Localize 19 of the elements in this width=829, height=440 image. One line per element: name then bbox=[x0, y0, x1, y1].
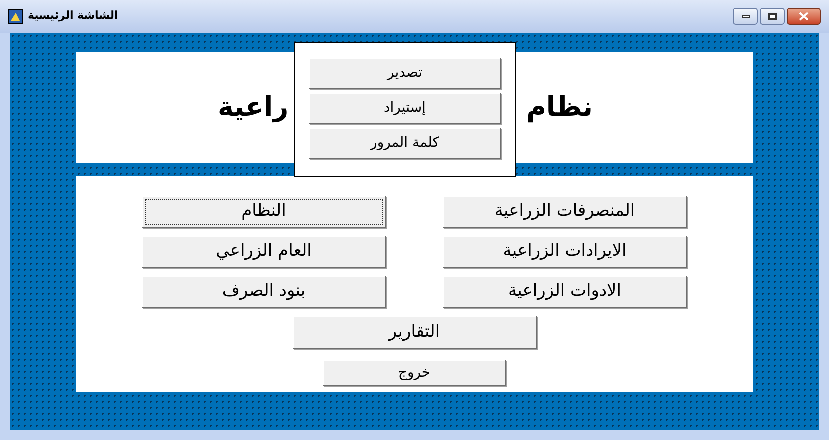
maximize-button[interactable] bbox=[760, 8, 785, 25]
minimize-button[interactable] bbox=[733, 8, 758, 25]
menu-button[interactable]: بنود الصرف bbox=[142, 276, 386, 308]
exit-button[interactable]: خروج bbox=[323, 360, 506, 386]
header-title-fragment: راعية bbox=[218, 90, 289, 124]
popup-menu-item[interactable]: تصدير bbox=[309, 58, 501, 89]
close-button[interactable] bbox=[787, 8, 821, 25]
popup-menu-item[interactable]: كلمة المرور bbox=[309, 128, 501, 159]
popup-menu-item[interactable]: إستيراد bbox=[309, 93, 501, 124]
menu-button[interactable]: المنصرفات الزراعية bbox=[443, 196, 687, 228]
close-icon bbox=[799, 12, 809, 21]
app-icon bbox=[8, 8, 24, 24]
menu-button[interactable]: العام الزراعي bbox=[142, 236, 386, 268]
menu-button[interactable]: الايرادات الزراعية bbox=[443, 236, 687, 268]
reports-button[interactable]: التقارير bbox=[292, 316, 536, 349]
window-title: الشاشة الرئيسية bbox=[28, 8, 118, 24]
header-title-fragment: نظام bbox=[526, 90, 593, 124]
menu-button[interactable]: النظام bbox=[142, 196, 386, 228]
menu-button[interactable]: الادوات الزراعية bbox=[443, 276, 687, 308]
